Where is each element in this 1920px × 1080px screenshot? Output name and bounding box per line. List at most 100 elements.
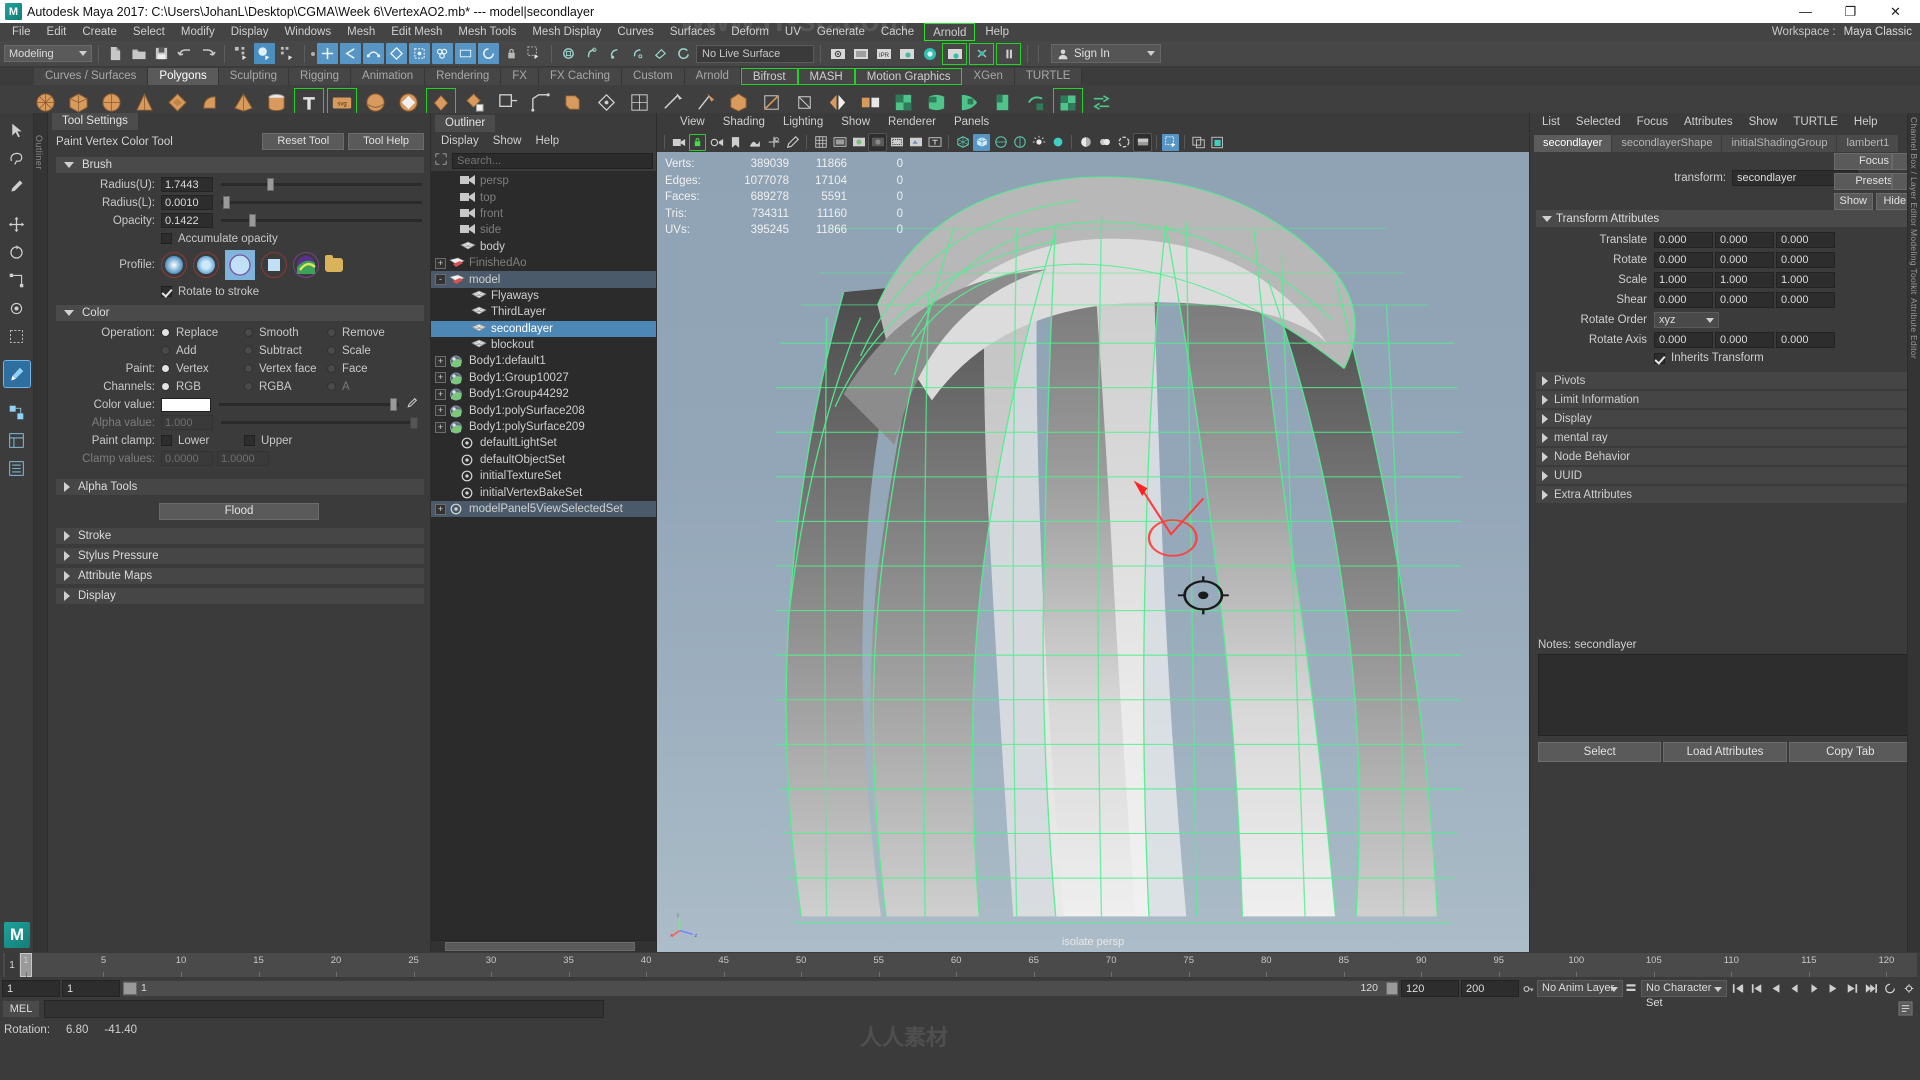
- play-backwards-icon[interactable]: [1786, 980, 1804, 997]
- snap-to-point-icon[interactable]: [604, 43, 625, 64]
- shaded-wireframe-icon[interactable]: [992, 134, 1009, 151]
- outliner-item-defaultobjectset[interactable]: defaultObjectSet: [431, 452, 656, 468]
- last-tool-used-icon[interactable]: [4, 323, 30, 349]
- outliner-tab[interactable]: Outliner: [435, 115, 496, 132]
- channels-rgb-option[interactable]: RGB: [161, 381, 244, 393]
- stroke-frame-header[interactable]: Stroke: [56, 528, 424, 544]
- grease-pencil-icon[interactable]: [784, 134, 801, 151]
- paint-vertex-option[interactable]: Vertex: [161, 363, 244, 375]
- inherits-transform-checkbox[interactable]: [1654, 352, 1665, 364]
- notes-textarea[interactable]: [1538, 654, 1912, 736]
- rotate-tool-icon[interactable]: [4, 239, 30, 265]
- outliner-menu-help[interactable]: Help: [530, 134, 566, 149]
- ae-vtab-channel-box-layer-editor[interactable]: Channel Box / Layer Editor: [1909, 117, 1919, 226]
- outliner-tree[interactable]: persp top front side body + FinishedAo - model Fl…: [431, 171, 656, 940]
- lighting-icon[interactable]: [1030, 134, 1047, 151]
- grid-icon[interactable]: [812, 134, 829, 151]
- render-settings-icon[interactable]: [896, 43, 917, 64]
- opacity-input[interactable]: [161, 213, 213, 228]
- viewport-menu-lighting[interactable]: Lighting: [774, 115, 832, 130]
- redo-icon[interactable]: [197, 43, 218, 64]
- expand-toggle-icon[interactable]: +: [435, 257, 446, 269]
- panel-layout-icon[interactable]: [1190, 134, 1207, 151]
- text-overlay-icon[interactable]: [926, 134, 943, 151]
- profile-square-icon[interactable]: [261, 252, 287, 278]
- attribute-translate-y-input[interactable]: [1715, 231, 1774, 248]
- profile-soft-icon[interactable]: [161, 252, 187, 278]
- menu-item-mesh[interactable]: Mesh: [339, 23, 383, 41]
- range-start-handle[interactable]: [123, 982, 137, 995]
- paint-select-tool-icon[interactable]: [4, 173, 30, 199]
- previous-frame-icon[interactable]: [1767, 980, 1785, 997]
- anim-layer-options-icon[interactable]: [1625, 982, 1639, 996]
- radius-l-slider[interactable]: [221, 195, 422, 210]
- ae-menu-turtle[interactable]: TURTLE: [1785, 115, 1846, 130]
- copy-panel-icon[interactable]: [1209, 134, 1226, 151]
- eyedropper-icon[interactable]: [405, 397, 418, 413]
- menu-item-create[interactable]: Create: [74, 23, 125, 41]
- range-end-handle[interactable]: [1386, 982, 1398, 995]
- outliner-filter-icon[interactable]: [434, 152, 448, 169]
- shelf-tab-custom[interactable]: Custom: [622, 68, 685, 85]
- attribute-rotate-x-input[interactable]: [1654, 251, 1713, 268]
- operation-remove-option[interactable]: Remove: [327, 327, 410, 339]
- next-frame-icon[interactable]: [1824, 980, 1842, 997]
- outliner-item-body1-polysurface208[interactable]: + Body1:polySurface208: [431, 402, 656, 418]
- show-button[interactable]: Show: [1834, 193, 1873, 210]
- outliner-item-defaultlightset[interactable]: defaultLightSet: [431, 435, 656, 451]
- shelf-tab-curves-surfaces[interactable]: Curves / Surfaces: [34, 68, 149, 85]
- viewport-menu-panels[interactable]: Panels: [945, 115, 998, 130]
- shelf-tab-turtle[interactable]: TURTLE: [1014, 68, 1083, 85]
- menuset-selector[interactable]: Modeling: [4, 45, 92, 62]
- outliner-menu-show[interactable]: Show: [487, 134, 528, 149]
- step-forward-icon[interactable]: [1843, 980, 1861, 997]
- ae-section-mental-ray[interactable]: mental ray: [1536, 429, 1914, 446]
- undo-icon[interactable]: [174, 43, 195, 64]
- script-editor-icon[interactable]: [1898, 1001, 1914, 1017]
- ae-section-extra-attributes[interactable]: Extra Attributes: [1536, 486, 1914, 503]
- snap-uv-icon[interactable]: [432, 43, 453, 64]
- outliner-item-secondlayer[interactable]: secondlayer: [431, 320, 656, 337]
- shelf-tab-fx-caching[interactable]: FX Caching: [538, 68, 623, 85]
- lock-camera-icon[interactable]: [689, 133, 706, 151]
- color-value-slider[interactable]: [219, 397, 399, 412]
- ae-menu-selected[interactable]: Selected: [1568, 115, 1629, 130]
- alpha-tools-frame-header[interactable]: Alpha Tools: [56, 479, 424, 495]
- menu-item-mesh-display[interactable]: Mesh Display: [524, 23, 609, 41]
- show-manipulator-tool-icon[interactable]: [4, 399, 30, 425]
- hypergraph-tool-icon[interactable]: [4, 427, 30, 453]
- gate-mask-icon[interactable]: [868, 132, 887, 152]
- accumulate-opacity-checkbox[interactable]: [161, 233, 172, 244]
- attribute-shear-z-input[interactable]: [1776, 291, 1835, 308]
- ae-section-display[interactable]: Display: [1536, 410, 1914, 427]
- attribute-shear-y-input[interactable]: [1715, 291, 1774, 308]
- attribute-maps-frame-header[interactable]: Attribute Maps: [56, 568, 424, 584]
- operation-replace-option[interactable]: Replace: [161, 327, 244, 339]
- ae-tab-secondlayershape[interactable]: secondlayerShape: [1612, 135, 1722, 152]
- brush-frame-header[interactable]: Brush: [56, 157, 424, 173]
- pause-render-icon[interactable]: [998, 43, 1019, 64]
- operation-subtract-option[interactable]: Subtract: [244, 345, 327, 357]
- command-input[interactable]: [44, 1000, 604, 1018]
- tool-help-button[interactable]: Tool Help: [348, 133, 424, 150]
- select-tool-icon[interactable]: [4, 117, 30, 143]
- radius-l-input[interactable]: [161, 195, 213, 210]
- rotate-order-select[interactable]: xyz: [1654, 311, 1719, 328]
- shelf-tab-mash[interactable]: MASH: [797, 68, 855, 85]
- outliner-item-blockout[interactable]: blockout: [431, 337, 656, 353]
- new-scene-icon[interactable]: [105, 43, 126, 64]
- select-component-icon[interactable]: [277, 43, 298, 64]
- menu-item-arnold[interactable]: Arnold: [924, 23, 976, 41]
- rotate-axis-y-input[interactable]: [1715, 331, 1774, 348]
- opacity-slider[interactable]: [221, 213, 422, 228]
- ae-menu-show[interactable]: Show: [1741, 115, 1786, 130]
- outliner-item-flyaways[interactable]: Flyaways: [431, 288, 656, 304]
- expand-toggle-icon[interactable]: +: [435, 372, 446, 384]
- lasso-select-tool-icon[interactable]: [4, 145, 30, 171]
- shelf-tab-fx[interactable]: FX: [501, 68, 539, 85]
- focus-button[interactable]: Focus: [1834, 153, 1914, 170]
- outliner-item-persp[interactable]: persp: [431, 173, 656, 189]
- color-frame-header[interactable]: Color: [56, 305, 424, 321]
- move-tool-icon[interactable]: [4, 211, 30, 237]
- menu-item-edit-mesh[interactable]: Edit Mesh: [383, 23, 450, 41]
